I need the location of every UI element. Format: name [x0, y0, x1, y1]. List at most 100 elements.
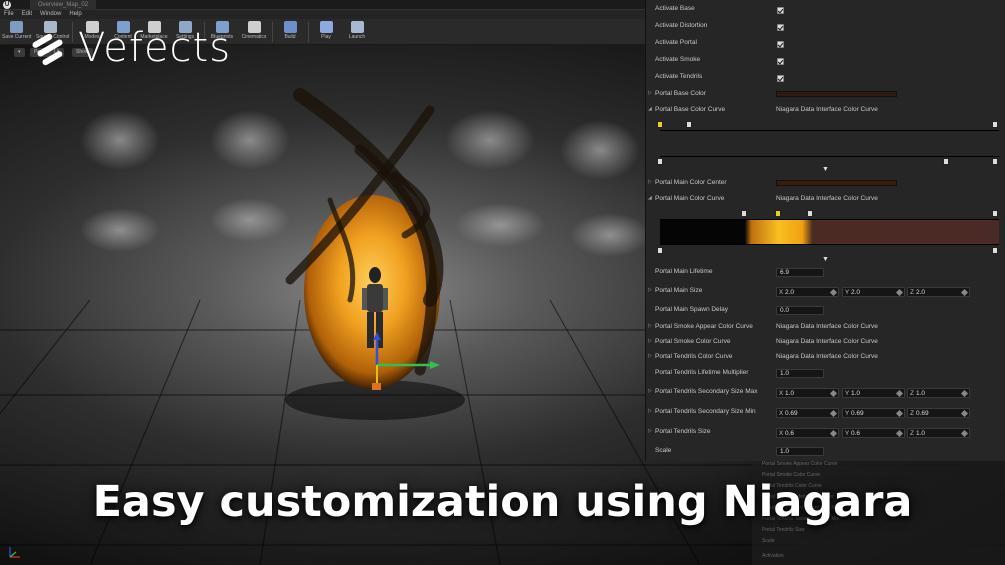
portal-main-spawn-delay-row: Portal Main Spawn Delay 0.0	[646, 306, 1005, 316]
secondary-size-max-z-input[interactable]: Z 1.0	[907, 388, 970, 398]
menu-file[interactable]: File	[4, 10, 14, 19]
portal-tendrils-lifetime-multiplier-input[interactable]: 1.0	[776, 369, 824, 378]
build-button[interactable]: Build	[278, 19, 302, 45]
drag-handle-icon[interactable]	[895, 288, 904, 297]
portal-main-size-z-input[interactable]: Z 2.0	[907, 287, 970, 297]
expand-arrow-icon[interactable]: ▷	[648, 353, 652, 359]
vector-value: 1.0	[851, 390, 861, 397]
menu-help[interactable]: Help	[69, 10, 81, 19]
activate-distortion-checkbox[interactable]	[777, 24, 784, 31]
property-label: Portal Main Color Curve	[655, 195, 725, 202]
scale-input[interactable]: 1.0	[776, 447, 824, 456]
drag-handle-icon[interactable]	[895, 389, 904, 398]
viewport-menu-button[interactable]: ▾	[14, 48, 25, 57]
alpha-key-marker[interactable]	[775, 210, 781, 217]
drag-handle-icon[interactable]	[960, 429, 969, 438]
drag-handle-icon[interactable]	[960, 389, 969, 398]
details-panel: Activate Base Activate Distortion Activa…	[645, 0, 1005, 461]
expand-arrow-icon[interactable]: ▷	[648, 428, 652, 434]
brand-name: Vefects	[78, 25, 232, 71]
collapse-arrow-icon[interactable]: ◢	[648, 106, 652, 112]
tendrils-size-z-input[interactable]: Z 1.0	[907, 428, 970, 438]
alpha-key-marker[interactable]	[992, 210, 998, 217]
secondary-size-min-z-input[interactable]: Z 0.69	[907, 408, 970, 418]
main-color-curve-editor[interactable]	[646, 207, 1005, 259]
axis-label: Y	[844, 430, 850, 437]
play-button[interactable]: Play	[314, 19, 338, 45]
drag-handle-icon[interactable]	[829, 429, 838, 438]
menu-edit[interactable]: Edit	[22, 10, 32, 19]
drag-handle-icon[interactable]	[960, 288, 969, 297]
property-value: Niagara Data Interface Color Curve	[776, 338, 878, 345]
expand-arrow-icon[interactable]: ▷	[648, 323, 652, 329]
vector-value: 2.0	[851, 289, 861, 296]
portal-main-spawn-delay-input[interactable]: 0.0	[776, 306, 824, 315]
alpha-key-marker[interactable]	[741, 210, 747, 217]
base-color-curve-editor[interactable]	[646, 118, 1005, 168]
secondary-size-max-y-input[interactable]: Y 1.0	[842, 388, 905, 398]
color-key-marker[interactable]	[657, 158, 663, 165]
secondary-size-max-x-input[interactable]: X 1.0	[776, 388, 839, 398]
menu-window[interactable]: Window	[40, 10, 61, 19]
cinematics-button[interactable]: Cinematics	[240, 19, 268, 45]
expand-curve-chevron-icon[interactable]: ▼	[822, 166, 829, 173]
save-current-button[interactable]: Save Current	[2, 19, 31, 45]
property-value: Niagara Data Interface Color Curve	[776, 195, 878, 202]
tendrils-size-x-input[interactable]: X 0.6	[776, 428, 839, 438]
base-color-gradient[interactable]	[660, 130, 999, 157]
color-key-marker[interactable]	[657, 247, 663, 254]
launch-button[interactable]: Launch	[344, 19, 370, 45]
drag-handle-icon[interactable]	[829, 389, 838, 398]
alpha-key-marker[interactable]	[657, 121, 663, 128]
vector-value: 0.6	[851, 430, 861, 437]
portal-main-color-center-swatch[interactable]	[776, 180, 897, 186]
drag-handle-icon[interactable]	[960, 409, 969, 418]
level-tab[interactable]: Overview_Map_02	[30, 0, 97, 10]
portal-base-color-curve-row: ◢ Portal Base Color Curve Niagara Data I…	[646, 106, 1005, 116]
activate-tendrils-checkbox[interactable]	[777, 75, 784, 82]
vector-value: 1.0	[916, 430, 926, 437]
expand-arrow-icon[interactable]: ▷	[648, 388, 652, 394]
drag-handle-icon[interactable]	[895, 409, 904, 418]
alpha-key-marker[interactable]	[686, 121, 692, 128]
tendrils-size-y-input[interactable]: Y 0.6	[842, 428, 905, 438]
alpha-key-marker[interactable]	[992, 121, 998, 128]
color-key-marker[interactable]	[943, 158, 949, 165]
expand-curve-chevron-icon[interactable]: ▼	[822, 256, 829, 263]
portal-smoke-appear-color-curve-row: ▷ Portal Smoke Appear Color Curve Niagar…	[646, 323, 1005, 333]
portal-base-color-swatch[interactable]	[776, 91, 897, 97]
cinematics-icon	[247, 21, 261, 33]
expand-arrow-icon[interactable]: ▷	[648, 408, 652, 414]
portal-main-color-center-row: ▷ Portal Main Color Center	[646, 179, 1005, 189]
portal-tendrils-secondary-size-min-row: ▷ Portal Tendrils Secondary Size Min X 0.…	[646, 408, 1005, 418]
bg-row: Activation	[762, 553, 784, 559]
drag-handle-icon[interactable]	[829, 288, 838, 297]
expand-arrow-icon[interactable]: ▷	[648, 179, 652, 185]
collapse-arrow-icon[interactable]: ◢	[648, 195, 652, 201]
drag-handle-icon[interactable]	[895, 429, 904, 438]
expand-arrow-icon[interactable]: ▷	[648, 90, 652, 96]
vefects-logo: Vefects	[30, 24, 231, 72]
activate-smoke-checkbox[interactable]	[777, 58, 784, 65]
color-key-marker[interactable]	[992, 247, 998, 254]
color-key-marker[interactable]	[992, 158, 998, 165]
axis-label: Z	[910, 410, 914, 417]
portal-main-size-y-input[interactable]: Y 2.0	[842, 287, 905, 297]
vector-value: 1.0	[916, 390, 926, 397]
expand-arrow-icon[interactable]: ▷	[648, 287, 652, 293]
portal-main-size-x-input[interactable]: X 2.0	[776, 287, 839, 297]
secondary-size-min-y-input[interactable]: Y 0.69	[842, 408, 905, 418]
portal-main-lifetime-input[interactable]: 6.9	[776, 268, 824, 277]
vector-value: 0.69	[785, 410, 798, 417]
expand-arrow-icon[interactable]: ▷	[648, 338, 652, 344]
activate-distortion-row: Activate Distortion	[646, 22, 1005, 33]
toolbar-divider	[272, 22, 273, 42]
drag-handle-icon[interactable]	[829, 409, 838, 418]
alpha-key-marker[interactable]	[807, 210, 813, 217]
vector-value: 2.0	[916, 289, 926, 296]
portal-tendrils-lifetime-multiplier-row: Portal Tendrils Lifetime Multiplier 1.0	[646, 369, 1005, 379]
activate-base-checkbox[interactable]	[777, 7, 784, 14]
main-color-gradient[interactable]	[660, 219, 999, 245]
secondary-size-min-x-input[interactable]: X 0.69	[776, 408, 839, 418]
activate-portal-checkbox[interactable]	[777, 41, 784, 48]
